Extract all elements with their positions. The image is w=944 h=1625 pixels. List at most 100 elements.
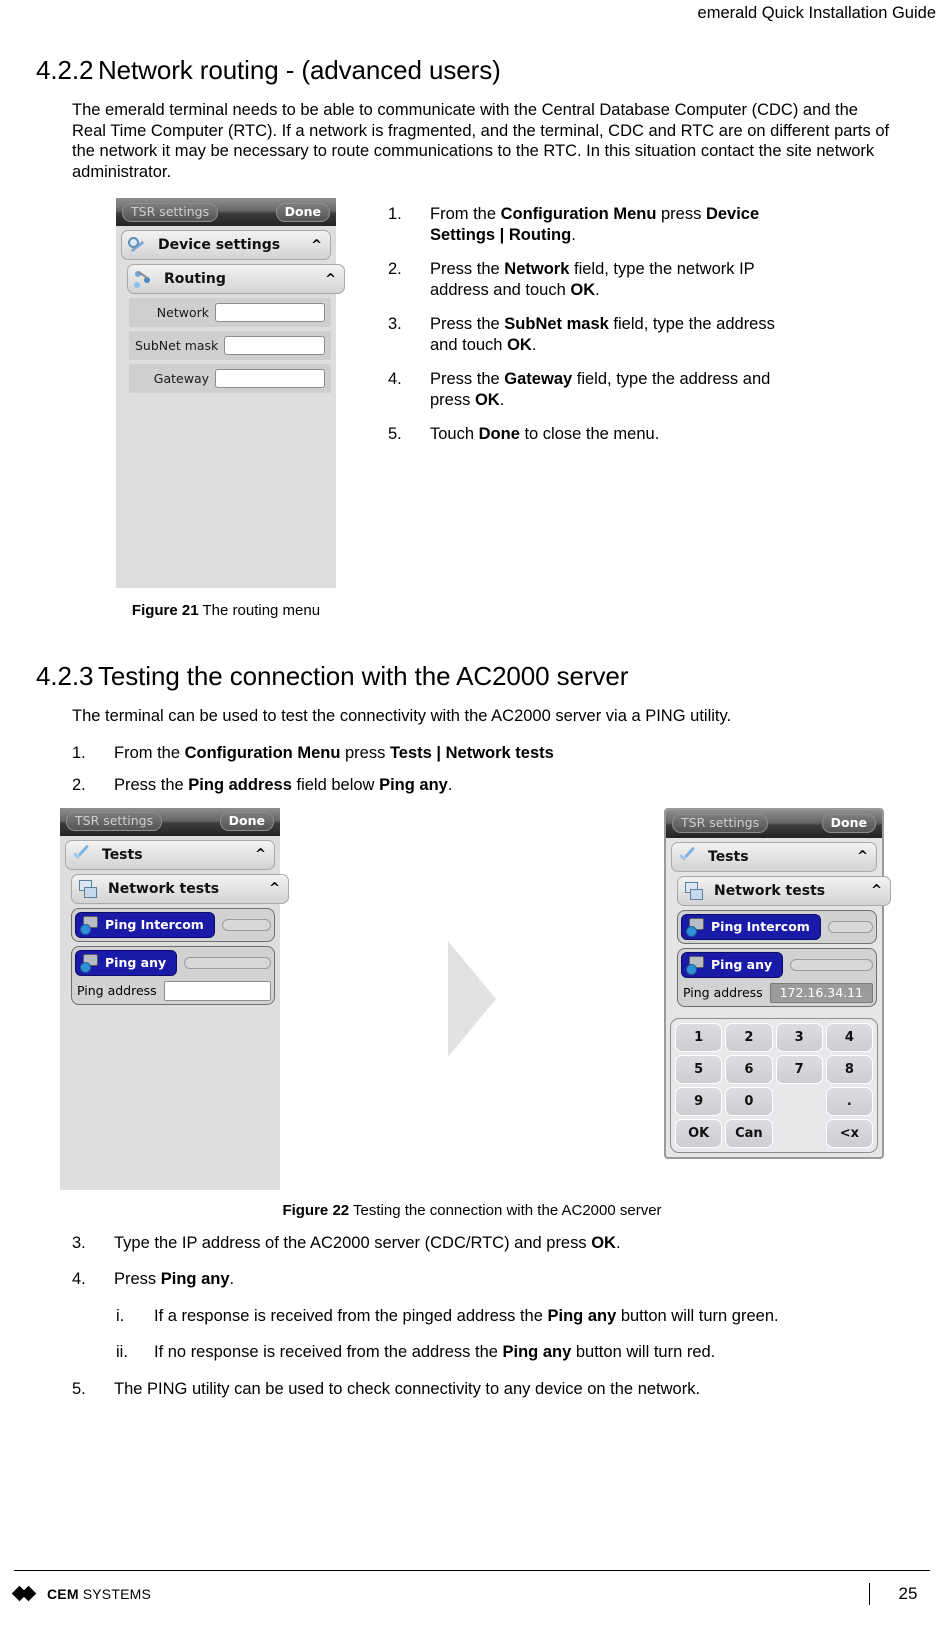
ping-any-label: Ping any xyxy=(711,957,773,972)
step-item: 5. Touch Done to close the menu. xyxy=(388,424,788,445)
field-gateway[interactable]: Gateway xyxy=(129,364,331,393)
substep-item: i. If a response is received from the pin… xyxy=(112,1306,944,1327)
section-title-423: Testing the connection with the AC2000 s… xyxy=(98,661,629,691)
menu-row-tests[interactable]: Tests ^ xyxy=(65,839,275,870)
section-paragraph-422: The emerald terminal needs to be able to… xyxy=(72,101,890,181)
ping-device-icon xyxy=(80,953,100,973)
key-1[interactable]: 1 xyxy=(675,1022,723,1052)
substep-text: If a response is received from the pinge… xyxy=(154,1306,779,1325)
key-9[interactable]: 9 xyxy=(675,1086,723,1116)
network-input[interactable] xyxy=(215,303,325,322)
figure-21-label: Figure 21 xyxy=(131,602,199,619)
step-text: Press the Ping address field below Ping … xyxy=(114,776,453,794)
step-marker: 3. xyxy=(72,1233,86,1252)
field-subnet-mask[interactable]: SubNet mask xyxy=(129,331,331,360)
device-tests-after-panel: TSR settings Done Tests ^ Network tests … xyxy=(664,807,891,1159)
key-2[interactable]: 2 xyxy=(725,1022,773,1052)
section-number-423: 4.2.3 xyxy=(36,661,94,691)
tsr-settings-pill[interactable]: TSR settings xyxy=(672,814,769,833)
step-item: 1. From the Configuration Menu press Test… xyxy=(72,743,944,764)
step-marker: 5. xyxy=(388,425,402,443)
chevron-up-icon: ^ xyxy=(311,237,322,253)
key-0[interactable]: 0 xyxy=(725,1086,773,1116)
ping-any-row: Ping any xyxy=(75,949,271,976)
flow-arrow-container xyxy=(280,808,664,1190)
ping-any-group: Ping any Ping address 172.16.34.11 xyxy=(677,947,877,1007)
routing-icon xyxy=(134,270,152,288)
key-cancel[interactable]: Can xyxy=(725,1118,773,1148)
ping-address-input[interactable] xyxy=(163,980,271,1001)
diamond-logo-icon xyxy=(11,1585,40,1602)
page-header: emerald Quick Installation Guide xyxy=(0,0,944,23)
network-test-icon xyxy=(78,879,97,898)
subnet-mask-input[interactable] xyxy=(224,336,325,355)
steps-testing-bottom: 3. Type the IP address of the AC2000 serv… xyxy=(0,1233,944,1290)
ping-address-input[interactable]: 172.16.34.11 xyxy=(769,982,873,1003)
step-item: 3. Press the SubNet mask field, type the … xyxy=(388,314,788,355)
ping-any-button[interactable]: Ping any xyxy=(681,951,784,978)
done-button[interactable]: Done xyxy=(219,812,274,831)
ping-intercom-button[interactable]: Ping Intercom xyxy=(681,913,821,940)
key-backspace[interactable]: <x xyxy=(825,1118,873,1148)
key-5[interactable]: 5 xyxy=(675,1054,723,1084)
key-ok[interactable]: OK xyxy=(675,1118,723,1148)
step-text: Press the SubNet mask field, type the ad… xyxy=(430,315,775,354)
step-text: Press the Network field, type the networ… xyxy=(430,260,755,299)
figure-22-row: TSR settings Done Tests ^ Network tests … xyxy=(0,807,944,1190)
tsr-settings-pill[interactable]: TSR settings xyxy=(122,202,219,222)
menu-row-routing[interactable]: Routing ^ xyxy=(127,264,345,294)
step-item: 1. From the Configuration Menu press Devi… xyxy=(388,204,788,245)
ping-intercom-button[interactable]: Ping Intercom xyxy=(75,911,215,938)
field-network[interactable]: Network xyxy=(129,298,331,327)
done-button[interactable]: Done xyxy=(275,202,330,222)
key-dot[interactable]: . xyxy=(825,1086,873,1116)
field-label-gateway: Gateway xyxy=(153,371,209,386)
page-number: 25 xyxy=(869,1583,930,1605)
figure-22-label: Figure 22 xyxy=(282,1201,350,1219)
step-marker: 1. xyxy=(388,205,402,223)
ping-intercom-label: Ping Intercom xyxy=(711,919,810,934)
ping-address-label: Ping address xyxy=(77,983,157,998)
menu-label-tests: Tests xyxy=(708,848,749,865)
gateway-input[interactable] xyxy=(215,369,325,388)
key-3[interactable]: 3 xyxy=(775,1022,823,1052)
step-item: 2. Press the Network field, type the netw… xyxy=(388,259,788,300)
step-marker: 2. xyxy=(388,260,402,278)
field-label-network: Network xyxy=(156,305,209,320)
page-content: 4.2.2 Network routing - (advanced users) … xyxy=(0,55,944,1411)
key-4[interactable]: 4 xyxy=(825,1022,873,1052)
substep-text: If no response is received from the addr… xyxy=(154,1343,716,1361)
step-text: Press Ping any. xyxy=(114,1270,235,1288)
figure-22-caption: Figure 22 Testing the connection with th… xyxy=(0,1202,944,1219)
check-icon xyxy=(72,846,90,864)
step-text: Press the Gateway field, type the addres… xyxy=(430,370,771,409)
menu-label-tests: Tests xyxy=(102,846,143,863)
menu-row-network-tests[interactable]: Network tests ^ xyxy=(71,873,289,904)
menu-row-device-settings[interactable]: Device settings ^ xyxy=(121,230,331,260)
figure-21-row: TSR settings Done Device settings ^ Rout… xyxy=(0,198,944,619)
key-8[interactable]: 8 xyxy=(825,1054,873,1084)
key-7[interactable]: 7 xyxy=(775,1054,823,1084)
menu-row-tests[interactable]: Tests ^ xyxy=(671,841,877,872)
done-button[interactable]: Done xyxy=(821,814,876,833)
ping-any-status-slot xyxy=(184,956,271,969)
ping-any-button[interactable]: Ping any xyxy=(75,949,178,976)
figure-22-text: Testing the connection with the AC2000 s… xyxy=(353,1201,662,1219)
key-blank xyxy=(776,1087,823,1116)
substep-item: ii. If no response is received from the a… xyxy=(112,1342,944,1363)
ping-intercom-row: Ping Intercom xyxy=(75,911,271,938)
key-6[interactable]: 6 xyxy=(725,1054,773,1084)
page-footer: CEM SYSTEMS 25 xyxy=(11,1570,930,1605)
ping-any-label: Ping any xyxy=(105,955,167,970)
field-label-subnet-mask: SubNet mask xyxy=(135,338,219,353)
step-text: Touch Done to close the menu. xyxy=(430,425,660,443)
menu-row-network-tests[interactable]: Network tests ^ xyxy=(677,875,891,906)
tsr-settings-pill[interactable]: TSR settings xyxy=(66,812,163,831)
substeps-testing: i. If a response is received from the pin… xyxy=(0,1306,944,1363)
menu-label-network-tests: Network tests xyxy=(714,882,826,899)
logo-primary-text: CEM xyxy=(47,1586,79,1602)
ping-device-icon xyxy=(686,955,706,975)
step-marker: 3. xyxy=(388,315,402,333)
numeric-keypad: 1 2 3 4 5 6 7 8 9 0 . OK Can <x xyxy=(670,1017,878,1153)
step-text: Type the IP address of the AC2000 server… xyxy=(114,1233,621,1252)
